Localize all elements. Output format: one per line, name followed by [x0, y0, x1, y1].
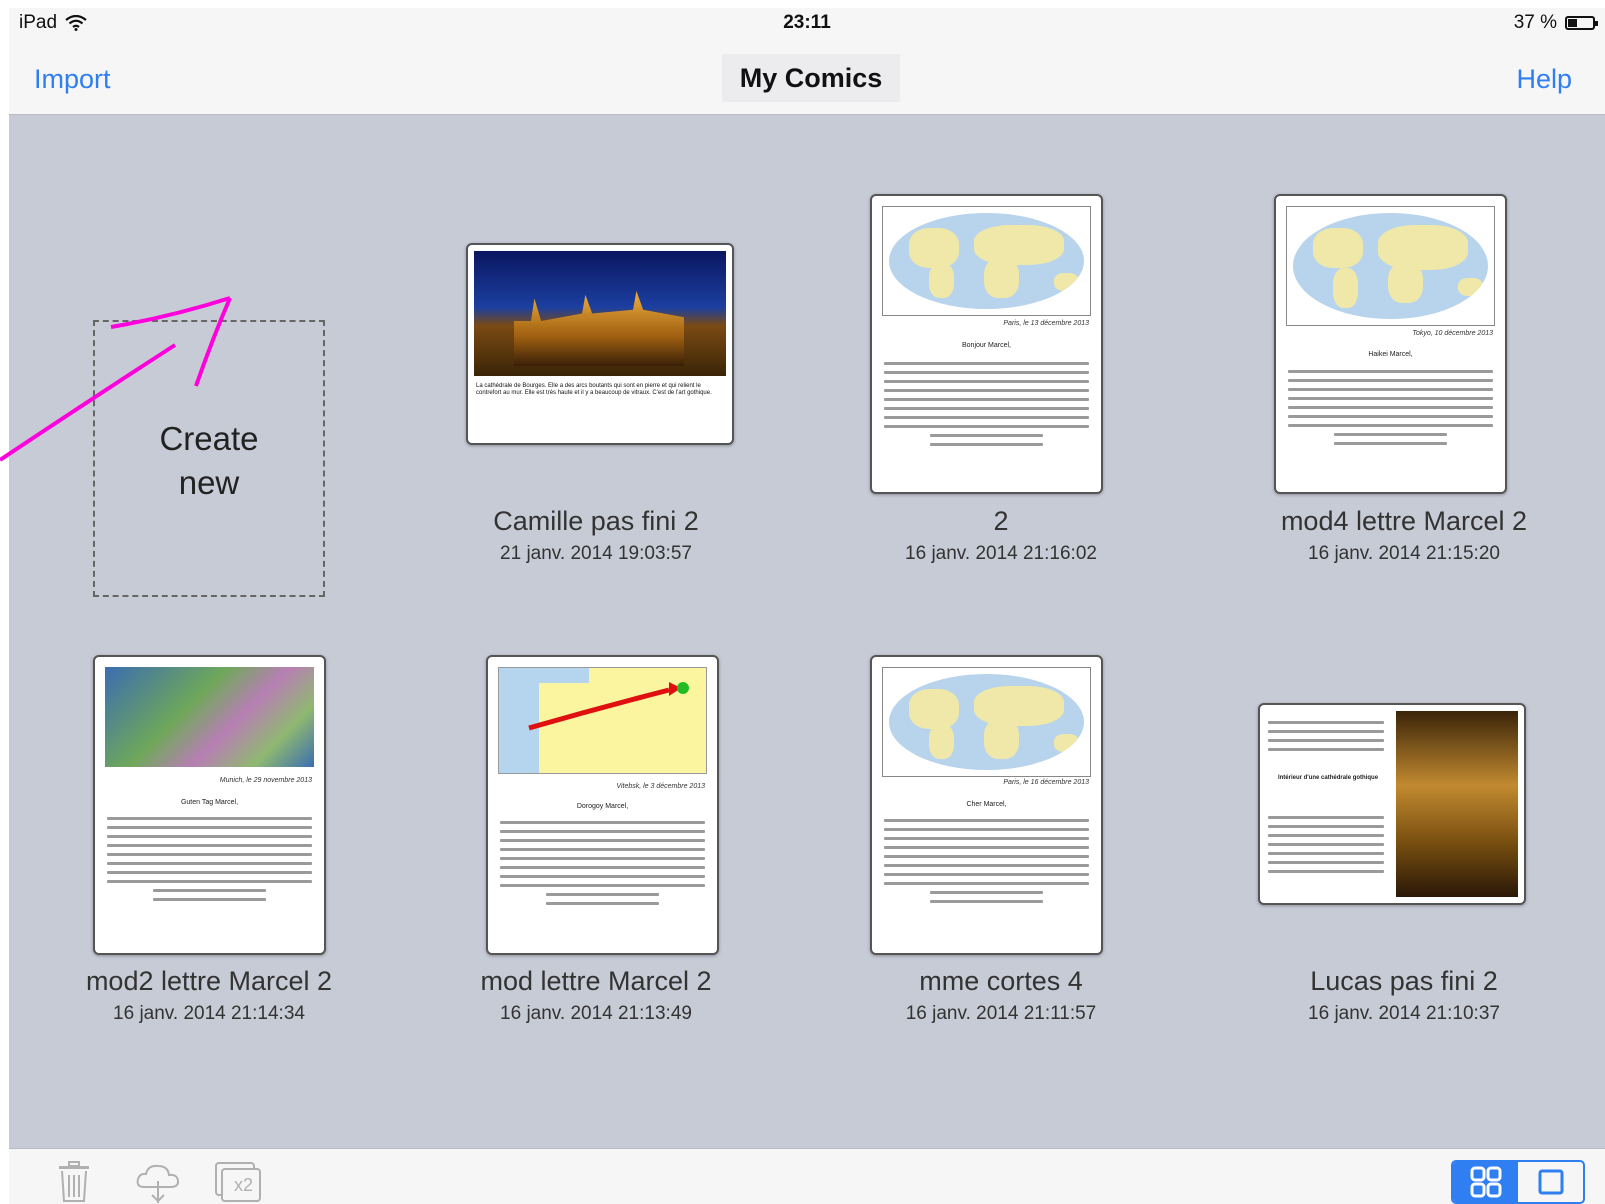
- import-button[interactable]: Import: [34, 64, 111, 95]
- russia-map: [498, 667, 707, 774]
- letter-place: Munich, le 29 novembre 2013: [219, 777, 312, 784]
- comic-item[interactable]: Vitebsk, le 3 décembre 2013 Dorogoy Marc…: [396, 575, 796, 1025]
- letter-text: [884, 356, 1089, 452]
- letter-greeting: Dorogoy Marcel,: [576, 803, 629, 810]
- comic-thumbnail[interactable]: Intérieur d'une cathédrale gothique: [1258, 703, 1526, 905]
- comic-item[interactable]: Paris, le 13 décembre 2013 Bonjour Marce…: [801, 115, 1201, 565]
- comic-date: 16 janv. 2014 21:13:49: [500, 1003, 692, 1024]
- letter-text: [884, 813, 1089, 909]
- status-bar: iPad 23:11 37 %: [9, 8, 1605, 42]
- letter-place: Tokyo, 10 décembre 2013: [1412, 330, 1493, 337]
- comics-grid: Create new La cathédrale de Bourges. Ell…: [9, 115, 1605, 1148]
- cloud-upload-icon[interactable]: [134, 1161, 180, 1203]
- cathedral-interior-photo: [1396, 711, 1518, 897]
- comic-item[interactable]: La cathédrale de Bourges. Elle a des arc…: [396, 115, 796, 565]
- world-map: [882, 667, 1091, 777]
- comic-item[interactable]: Munich, le 29 novembre 2013 Guten Tag Ma…: [9, 575, 409, 1025]
- letter-greeting: Haikei Marcel,: [1368, 351, 1413, 358]
- create-new-label: Create new: [159, 420, 259, 501]
- page-heading: Intérieur d'une cathédrale gothique: [1277, 775, 1379, 781]
- cathedral-photo: [474, 251, 726, 376]
- comic-date: 16 janv. 2014 21:14:34: [113, 1003, 305, 1024]
- world-map: [882, 206, 1091, 316]
- letter-greeting: Bonjour Marcel,: [961, 342, 1012, 349]
- create-new-button[interactable]: Create new: [93, 320, 325, 597]
- comic-thumbnail[interactable]: La cathédrale de Bourges. Elle a des arc…: [466, 243, 734, 445]
- letter-place: Paris, le 13 décembre 2013: [1003, 320, 1089, 327]
- comic-name: Lucas pas fini 2: [1310, 966, 1498, 996]
- comic-thumbnail[interactable]: Paris, le 13 décembre 2013 Bonjour Marce…: [870, 194, 1103, 494]
- comic-name: mme cortes 4: [919, 966, 1083, 996]
- comic-thumbnail[interactable]: Vitebsk, le 3 décembre 2013 Dorogoy Marc…: [486, 655, 719, 955]
- thumbnail-caption: La cathédrale de Bourges. Elle a des arc…: [476, 383, 712, 396]
- battery-icon: [1565, 16, 1598, 30]
- letter-place: Vitebsk, le 3 décembre 2013: [616, 783, 705, 790]
- comic-date: 16 janv. 2014 21:11:57: [905, 1003, 1097, 1024]
- comic-item[interactable]: Intérieur d'une cathédrale gothique Luca…: [1204, 575, 1604, 1025]
- comic-name: mod4 lettre Marcel 2: [1280, 506, 1528, 536]
- comic-item[interactable]: Paris, le 16 décembre 2013 Cher Marcel, …: [801, 575, 1201, 1025]
- page-title: My Comics: [722, 54, 900, 102]
- comic-thumbnail[interactable]: Paris, le 16 décembre 2013 Cher Marcel,: [870, 655, 1103, 955]
- app-screen: iPad 23:11 37 % Import My Comics Help Cr…: [9, 8, 1605, 1204]
- help-button[interactable]: Help: [1516, 64, 1572, 95]
- page-text: [1268, 715, 1384, 757]
- comic-thumbnail[interactable]: Munich, le 29 novembre 2013 Guten Tag Ma…: [93, 655, 326, 955]
- letter-text: [1288, 364, 1493, 451]
- letter-place: Paris, le 16 décembre 2013: [1003, 779, 1089, 786]
- comic-name: 2: [993, 506, 1009, 536]
- comic-name: mod2 lettre Marcel 2: [85, 966, 333, 996]
- letter-greeting: Guten Tag Marcel,: [180, 799, 239, 806]
- duplicate-x2-icon[interactable]: x2: [214, 1161, 261, 1202]
- battery-percent: 37 %: [1513, 12, 1557, 33]
- comic-date: 16 janv. 2014 21:15:20: [1308, 543, 1500, 564]
- comic-date: 16 janv. 2014 21:16:02: [905, 543, 1097, 564]
- comic-name: Camille pas fini 2: [493, 506, 699, 536]
- single-view-icon[interactable]: [1518, 1162, 1583, 1202]
- duplicate-label: x2: [234, 1175, 254, 1195]
- view-mode-toggle[interactable]: [1451, 1160, 1585, 1204]
- letter-greeting: Cher Marcel,: [966, 801, 1007, 808]
- world-map: [1286, 206, 1495, 326]
- bottom-toolbar: x2: [9, 1148, 1605, 1204]
- comic-thumbnail[interactable]: Tokyo, 10 décembre 2013 Haikei Marcel,: [1274, 194, 1507, 494]
- status-right: 37 %: [1513, 12, 1598, 34]
- status-time: 23:11: [783, 12, 831, 33]
- comic-date: 16 janv. 2014 21:10:37: [1308, 1003, 1500, 1024]
- grid-view-icon[interactable]: [1453, 1162, 1518, 1202]
- letter-text: [500, 815, 705, 911]
- comic-name: mod lettre Marcel 2: [480, 966, 712, 996]
- navigation-bar: Import My Comics Help: [9, 42, 1605, 115]
- letter-text: [107, 811, 312, 907]
- page-text: [1268, 810, 1384, 879]
- trash-icon[interactable]: [54, 1161, 98, 1202]
- europe-map: [105, 667, 314, 767]
- comic-item[interactable]: Tokyo, 10 décembre 2013 Haikei Marcel, m…: [1204, 115, 1604, 565]
- comic-date: 21 janv. 2014 19:03:57: [500, 543, 692, 564]
